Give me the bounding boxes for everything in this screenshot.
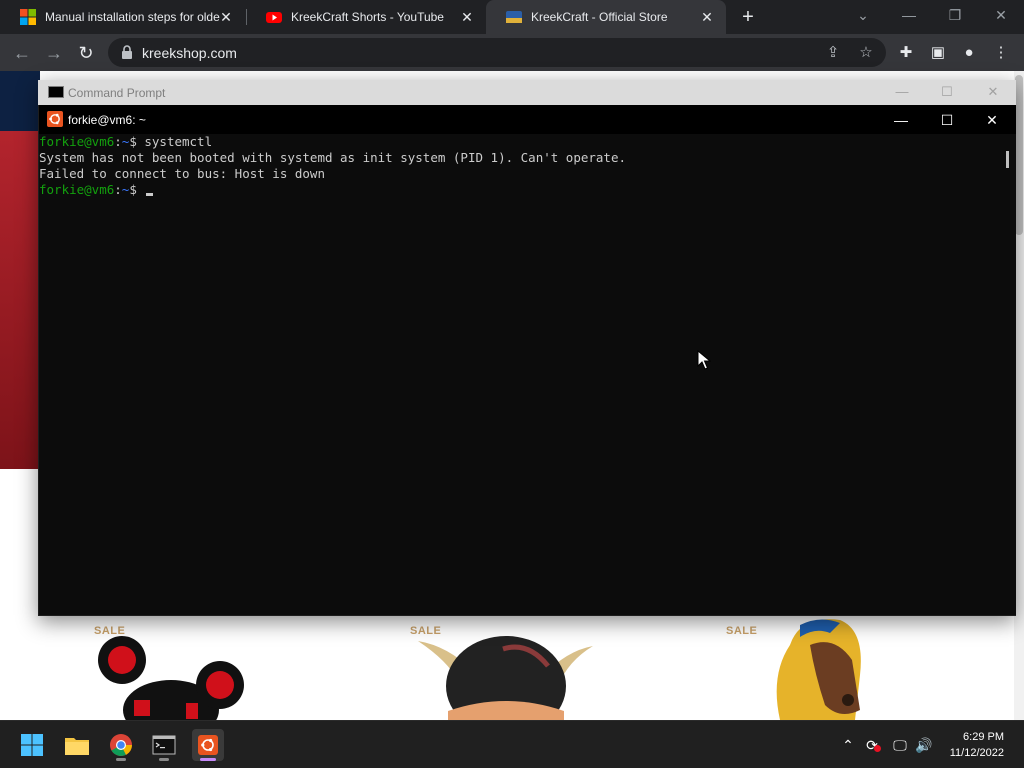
back-icon[interactable]: ← [11,42,33,64]
tab-youtube[interactable]: KreekCraft Shorts - YouTube ✕ [246,0,486,34]
url-text: kreekshop.com [142,45,237,61]
store-header [0,71,40,131]
taskbar-file-explorer[interactable] [61,729,93,761]
terminal-titlebar[interactable]: forkie@vm6: ~ — ☐ ✕ [39,105,1016,134]
start-icon [21,734,43,756]
forward-icon[interactable]: → [43,42,65,64]
running-indicator [159,758,169,761]
taskbar-clock[interactable]: 6:29 PM 11/12/2022 [950,729,1004,761]
restore-icon[interactable]: ❐ [943,5,967,29]
tab-search-icon[interactable]: ⌄ [851,5,875,29]
ubuntu-icon [198,735,218,755]
product-image-horse-mask[interactable] [770,615,880,720]
show-hidden-icons-chevron-icon[interactable]: ⌃ [838,735,858,755]
terminal-line: Failed to connect to bus: Host is down [39,166,325,181]
command-prompt-titlebar[interactable]: Command Prompt — ☐ ✕ [38,80,1016,105]
prompt-colon: : [114,134,122,149]
mouse-pointer-icon [697,350,711,370]
address-bar[interactable]: kreekshop.com ⇪ ☆ [108,38,886,67]
ubuntu-terminal-window[interactable]: forkie@vm6: ~ — ☐ ✕ forkie@vm6:~$ system… [39,105,1016,615]
volume-icon[interactable]: 🔊 [914,735,934,755]
terminal-line: forkie@vm6:~$ systemctl [39,134,999,150]
terminal-line: System has not been booted with systemd … [39,150,626,165]
tab-kreekcraft-store[interactable]: KreekCraft - Official Store ✕ [486,0,726,34]
prompt-colon: : [114,182,122,197]
tab-title: KreekCraft - Official Store [531,10,668,24]
browser-tabstrip: Manual installation steps for olde ✕ Kre… [0,0,1024,34]
scrollbar-thumb[interactable] [1015,75,1023,235]
maximize-icon[interactable]: ☐ [938,111,956,129]
tab-title: Manual installation steps for olde [45,10,220,24]
command-text: $ [129,182,145,197]
window-title: forkie@vm6: ~ [68,113,146,127]
lock-icon [122,45,132,59]
browser-toolbar: ← → ↻ kreekshop.com ⇪ ☆ ✚ ▣ ● ⋮ [0,34,1024,71]
start-button[interactable] [16,729,48,761]
text-cursor [146,193,154,196]
minimize-icon[interactable]: — [892,111,910,129]
close-icon[interactable]: ✕ [983,111,1001,129]
taskbar-terminal[interactable] [148,729,180,761]
running-indicator [116,758,126,761]
window-title: Command Prompt [68,86,166,100]
new-tab-button[interactable]: + [738,7,758,27]
store-icon [506,11,522,23]
sale-badge: SALE [726,625,758,637]
sync-icon[interactable]: ⟳ [862,735,882,755]
windows-taskbar: ⌃ ⟳ 🖵 🔊 6:29 PM 11/12/2022 [0,720,1024,768]
file-explorer-icon [65,738,89,755]
terminal-scrollbar[interactable] [1006,151,1009,168]
profile-icon[interactable]: ● [958,42,980,64]
terminal-icon [152,735,176,755]
clock-date: 11/12/2022 [949,747,1004,759]
ubuntu-icon [47,111,63,127]
close-icon[interactable]: ✕ [460,10,474,24]
product-image-ears-hat[interactable] [96,635,246,720]
terminal-output[interactable]: forkie@vm6:~$ systemctl System has not b… [39,134,999,615]
clock-time: 6:29 PM [963,731,1004,743]
hero-banner [0,131,40,469]
microsoft-icon [20,9,36,25]
bookmark-star-icon[interactable]: ☆ [857,44,875,62]
close-icon[interactable]: ✕ [985,84,1001,100]
command-text: $ systemctl [129,134,213,149]
prompt-user: forkie@vm6 [39,182,115,197]
minimize-icon[interactable]: — [897,5,921,29]
prompt-user: forkie@vm6 [39,134,115,149]
tab-title: KreekCraft Shorts - YouTube [291,10,444,24]
close-icon[interactable]: ✕ [700,10,714,24]
reload-icon[interactable]: ↻ [75,42,97,64]
tab-manual-installation[interactable]: Manual installation steps for olde ✕ [0,0,245,34]
cmd-icon [48,86,64,98]
share-icon[interactable]: ⇪ [824,44,842,62]
close-icon[interactable]: ✕ [219,10,233,24]
maximize-icon[interactable]: ☐ [939,84,955,100]
network-icon[interactable]: 🖵 [890,735,910,755]
minimize-icon[interactable]: — [894,84,910,100]
terminal-line: forkie@vm6:~$ [39,182,999,198]
youtube-icon [266,12,282,23]
extensions-icon[interactable]: ✚ [895,42,917,64]
menu-kebab-icon[interactable]: ⋮ [990,42,1012,64]
taskbar-chrome[interactable] [105,729,137,761]
side-panel-icon[interactable]: ▣ [927,42,949,64]
product-image-viking-beanie[interactable] [418,631,593,720]
chrome-icon [110,734,132,756]
close-window-icon[interactable]: ✕ [989,5,1013,29]
taskbar-ubuntu[interactable] [192,729,224,761]
active-indicator [200,758,216,761]
